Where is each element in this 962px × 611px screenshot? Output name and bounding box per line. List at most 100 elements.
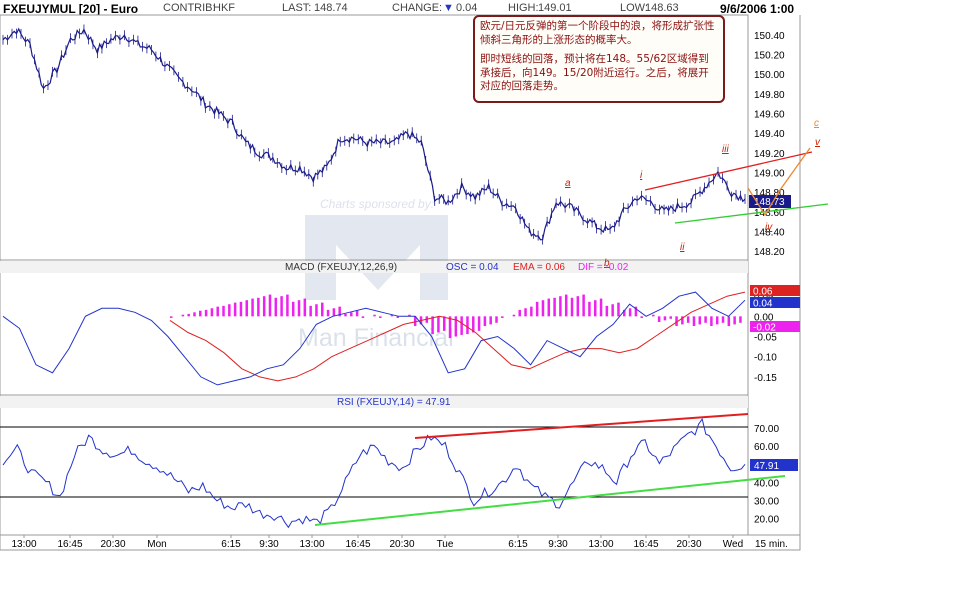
macd-ema-line	[169, 291, 746, 382]
x-tick-label: 20:30	[676, 539, 701, 550]
macd-dif-bar	[309, 305, 312, 317]
macd-dif-bar	[739, 316, 742, 323]
macd-dif-bar	[535, 301, 539, 317]
macd-dif-bar	[489, 316, 492, 325]
macd-dif-bar	[524, 308, 527, 317]
watermark-logo	[305, 215, 448, 300]
annotation-line-2: 即时短线的回落，预计将在148。55/62区域得到承接后，向149。15/20附…	[480, 53, 709, 92]
macd-dif-bar	[274, 297, 278, 317]
macd-dif-bar	[315, 304, 318, 317]
rsi-ytick: 30.00	[754, 496, 779, 507]
price-ytick: 149.20	[754, 149, 785, 160]
macd-dif-bar	[721, 316, 725, 323]
macd-ytick: -0.15	[754, 373, 777, 384]
macd-dif-bar	[582, 294, 585, 317]
macd-dif-bar	[187, 313, 190, 317]
macd-dif-bar	[361, 316, 365, 318]
rsi-ytick: 60.00	[754, 442, 779, 453]
macd-dif-bar	[204, 309, 208, 317]
macd-dif-bar	[268, 294, 272, 317]
macd-dif-bar	[448, 316, 452, 339]
macd-dif-bar	[431, 316, 434, 335]
macd-dif-bar	[599, 298, 603, 317]
macd-dif-bar	[628, 308, 632, 317]
wave-label-c: c	[814, 118, 819, 129]
price-ytick: 150.40	[754, 31, 785, 42]
x-tick-label: 13:00	[11, 539, 36, 550]
macd-dif-bar	[495, 316, 498, 323]
watermark-brand: Man Financial	[298, 324, 454, 352]
macd-dif-bar	[640, 316, 643, 318]
x-tick-label: 9:30	[259, 539, 279, 550]
rsi-ytick: 70.00	[754, 424, 779, 435]
macd-value-label: 0.04	[753, 299, 773, 310]
x-tick-label: 6:15	[508, 539, 528, 550]
macd-dif-bar	[286, 294, 289, 317]
macd-dif-bar	[216, 306, 219, 317]
chart-root: FXEUJYMUL [20] - Euro CONTRIB: HKF LAST:…	[0, 0, 962, 611]
rsi-value-label: 47.91	[754, 461, 779, 472]
watermark-sponsor: Charts sponsored by:	[320, 197, 434, 211]
x-tick-label: 16:45	[57, 539, 82, 550]
macd-dif-bar	[326, 309, 330, 317]
macd-dif-bar	[652, 314, 655, 317]
macd-dif-bar	[692, 316, 696, 327]
watermark: Charts sponsored by: Man Financial	[298, 197, 454, 352]
macd-dif-bar	[501, 316, 504, 318]
rsi-lower-trendline	[314, 475, 786, 526]
macd-dif-bar	[727, 316, 731, 327]
macd-dif-bar	[303, 298, 307, 317]
macd-dif-bar	[355, 310, 359, 317]
macd-dif-bar	[611, 304, 614, 317]
macd-dif-bar	[593, 300, 597, 317]
macd-dif-bar	[710, 316, 713, 327]
macd-dif-bar	[251, 298, 254, 317]
macd-dif-bar	[350, 312, 353, 317]
macd-dif-bar	[193, 312, 196, 317]
price-ytick: 150.20	[754, 50, 785, 61]
macd-dif-bar	[222, 305, 225, 317]
x-tick-label: 20:30	[389, 539, 414, 550]
wave-label-i: i	[640, 170, 643, 181]
price-ytick: 149.60	[754, 109, 785, 120]
price-ytick: 149.80	[754, 90, 785, 101]
macd-dif-bar	[663, 316, 667, 321]
macd-dif-bar	[605, 305, 609, 317]
macd-dif-bar	[262, 296, 266, 317]
macd-dif-bar	[257, 297, 260, 317]
macd-value-label: 0.06	[753, 287, 773, 298]
macd-dif-bar	[541, 300, 545, 317]
annotation-line-1: 欧元/日元反弹的第一个阶段中的浪，将形成扩张性倾斜三角形的上涨形态的概率大。	[480, 20, 715, 46]
macd-dif-bar	[559, 296, 562, 317]
macd-dif-bar	[437, 316, 440, 333]
macd-dif-bar	[170, 316, 173, 318]
x-tick-label: 13:00	[299, 539, 324, 550]
macd-dif-bar	[483, 316, 487, 327]
x-tick-label: Tue	[437, 539, 454, 550]
price-ytick: 149.40	[754, 129, 785, 140]
macd-dif-bar	[228, 304, 231, 317]
analysis-annotation: 欧元/日元反弹的第一个阶段中的浪，将形成扩张性倾斜三角形的上涨形态的概率大。 即…	[473, 15, 725, 103]
macd-ytick: -0.10	[754, 353, 777, 364]
macd-dif-bar	[291, 301, 295, 317]
x-tick-label: 16:45	[345, 539, 370, 550]
macd-dif-bar	[344, 313, 347, 317]
macd-dif-bar	[199, 310, 202, 317]
macd-dif-bar	[332, 308, 336, 317]
macd-dif-bar	[512, 314, 516, 317]
macd-title: MACD (FXEUJY,12,26,9)	[285, 262, 398, 273]
macd-dif-bar	[280, 296, 283, 317]
macd-dif-bar	[518, 309, 521, 317]
wave-label-iv: iv	[765, 222, 773, 233]
rsi-ytick: 40.00	[754, 478, 779, 489]
macd-dif-bar	[442, 316, 446, 331]
price-ytick: 150.00	[754, 70, 785, 81]
price-ytick: 149.00	[754, 168, 785, 179]
macd-dif-bar	[564, 294, 568, 317]
macd-dif-bar	[245, 300, 249, 317]
x-tick-label: 9:30	[548, 539, 568, 550]
macd-dif-bar	[530, 306, 533, 317]
macd-dif-bar	[553, 297, 556, 317]
macd-dif-bar	[466, 316, 469, 335]
macd-dif-bar	[181, 314, 185, 317]
